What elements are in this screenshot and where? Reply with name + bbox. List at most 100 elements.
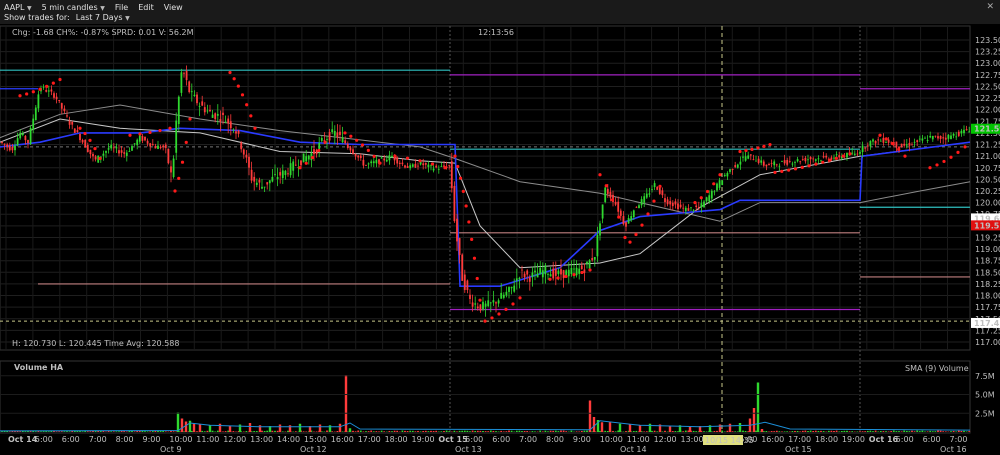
volume-bar [765, 431, 768, 432]
candle-body [489, 302, 492, 304]
candle-body [362, 159, 365, 166]
candle-body [885, 141, 887, 143]
price-tick-label: 120.00 [975, 199, 1000, 208]
volume-bar [592, 417, 596, 432]
volume-bar [66, 431, 68, 432]
psar-dot [890, 142, 895, 146]
volume-bar [744, 431, 747, 432]
volume-tick-label: 2.5M [975, 409, 995, 418]
volume-bar [628, 424, 632, 432]
candle-body [463, 274, 466, 290]
candle-body [112, 147, 115, 149]
psar-dot [180, 160, 185, 164]
volume-bar [726, 430, 729, 432]
volume-bar [479, 430, 482, 432]
candle-body [536, 273, 539, 278]
volume-panel-title: Volume HA [14, 363, 64, 372]
psar-dot [518, 296, 522, 300]
candle-body [479, 304, 482, 311]
volume-bar [401, 430, 404, 432]
time-tick-label: 10:00 [169, 435, 192, 444]
psar-dot [712, 182, 716, 186]
price-tick-label: 118.25 [975, 280, 1000, 289]
candle-body [835, 154, 838, 156]
candle-body [341, 137, 344, 143]
volume-bar [804, 430, 807, 432]
volume-bar [396, 430, 399, 432]
candle-body [768, 164, 770, 166]
candle-body [331, 129, 334, 133]
candle-body [292, 161, 295, 171]
price-chart[interactable]: 123.50 123.25 123.00 122.75 122.50 122.25 122.… [0, 0, 1000, 455]
candle-body [942, 137, 945, 139]
candle-body [461, 254, 464, 281]
candle-body [149, 143, 152, 147]
candle-body [68, 120, 71, 125]
volume-bar [422, 431, 425, 432]
psar-dot [372, 154, 376, 159]
candle-body [528, 277, 531, 282]
candle-body [755, 160, 757, 162]
volume-bar [695, 431, 698, 432]
volume-bar [123, 431, 126, 432]
psar-dot [750, 147, 754, 151]
psar-dot [58, 77, 62, 82]
candle-body [687, 208, 690, 211]
candle-body [955, 136, 958, 138]
candle-body [508, 287, 510, 292]
psar-dot [138, 132, 142, 136]
candle-body [791, 163, 794, 165]
psar-dot [98, 156, 102, 161]
time-marker-label: 12:13:56 [478, 28, 514, 37]
volume-bar [448, 431, 451, 432]
candle-body [950, 135, 952, 140]
price-tick-label: 119.00 [975, 245, 1000, 254]
time-tick-label: 9:00 [573, 435, 591, 444]
psar-dot [38, 87, 42, 91]
candle-body [549, 274, 552, 277]
psar-dot [228, 70, 232, 75]
candle-body [518, 277, 521, 279]
price-tick-label: 118.75 [975, 257, 1000, 266]
psar-dot [173, 189, 177, 193]
candle-body [796, 159, 799, 162]
volume-bar [34, 431, 37, 432]
candle-body [16, 138, 19, 146]
volume-bar [331, 431, 334, 432]
volume-bar [287, 430, 289, 432]
volume-bar [208, 425, 212, 432]
candle-body [162, 145, 165, 147]
candle-body [588, 260, 591, 269]
volume-bar [820, 430, 822, 432]
candle-body [856, 153, 859, 155]
candle-body [731, 168, 734, 171]
candle-body [58, 100, 61, 102]
volume-bar [133, 431, 136, 432]
candle-body [505, 291, 508, 296]
time-tick-label: 5:00 [465, 435, 483, 444]
volume-bar [228, 426, 232, 432]
candle-body [136, 139, 139, 146]
price-tick-label: 121.00 [975, 152, 1000, 161]
candle-body [123, 152, 126, 154]
volume-bar [900, 431, 903, 432]
candle-body [183, 72, 185, 74]
psar-dot [705, 189, 710, 194]
candle-body [167, 148, 170, 164]
candle-body [190, 91, 193, 93]
candle-body [723, 174, 726, 176]
candle-body [365, 164, 367, 166]
volume-bar [294, 431, 297, 432]
candle-body [934, 135, 937, 137]
volume-tick-label: 5.0M [975, 391, 995, 400]
candle-body [903, 143, 906, 146]
volume-bar [42, 431, 45, 432]
candle-body [786, 159, 789, 165]
candle-body [911, 144, 913, 146]
candle-body [391, 155, 393, 158]
candle-body [716, 183, 718, 191]
volume-bar [391, 431, 393, 432]
time-tick-label: 7:00 [519, 435, 537, 444]
volume-bar [648, 423, 652, 432]
volume-bar [799, 431, 802, 432]
